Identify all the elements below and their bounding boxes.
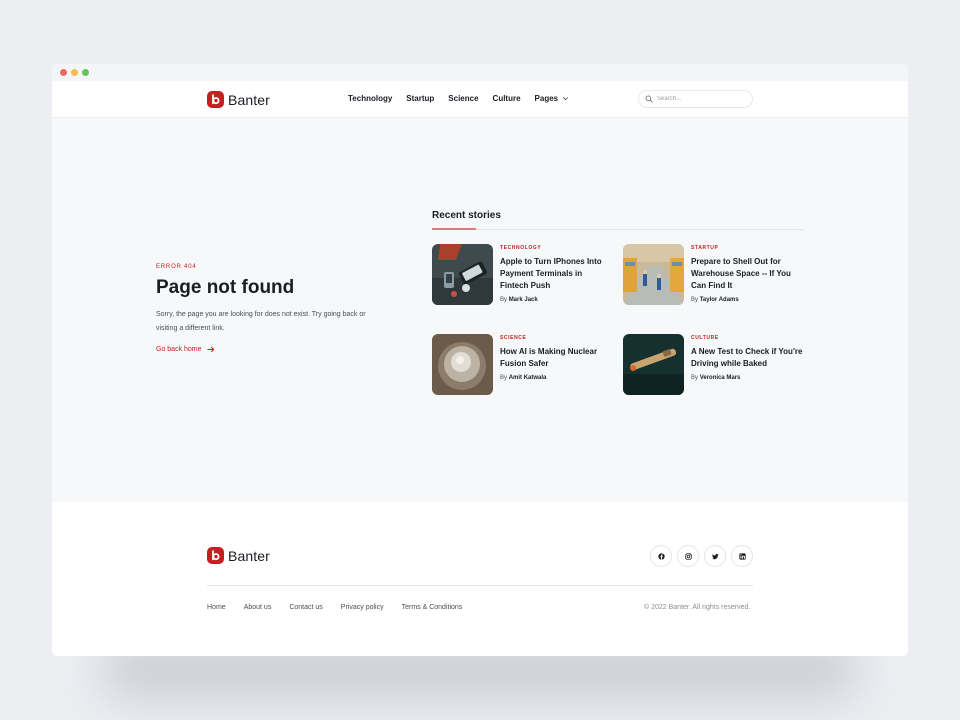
footer-nav: Home About us Contact us Privacy policy … <box>207 604 462 611</box>
site-header: Banter Technology Startup Science Cultur… <box>52 81 908 118</box>
browser-window: Banter Technology Startup Science Cultur… <box>52 64 908 656</box>
story-card[interactable]: TECHNOLOGY Apple to Turn IPhones Into Pa… <box>432 244 612 305</box>
minimize-window-dot[interactable] <box>71 69 78 76</box>
go-back-label: Go back home <box>156 346 202 353</box>
byline-prefix: By <box>691 297 699 303</box>
banter-logo-icon <box>207 547 224 564</box>
banter-logo-icon <box>207 91 224 108</box>
recent-divider-accent <box>432 228 476 230</box>
twitter-button[interactable] <box>704 545 726 567</box>
instagram-button[interactable] <box>677 545 699 567</box>
byline-prefix: By <box>691 375 699 381</box>
story-title[interactable]: How AI is Making Nuclear Fusion Safer <box>500 346 612 370</box>
story-card[interactable]: STARTUP Prepare to Shell Out for Warehou… <box>623 244 803 305</box>
nav-item-technology[interactable]: Technology <box>348 94 392 103</box>
story-card[interactable]: CULTURE A New Test to Check if You're Dr… <box>623 334 803 395</box>
nav-item-pages[interactable]: Pages <box>535 94 570 103</box>
footer-link-privacy[interactable]: Privacy policy <box>341 604 384 611</box>
story-title[interactable]: Apple to Turn IPhones Into Payment Termi… <box>500 256 612 292</box>
story-thumbnail <box>623 244 684 305</box>
story-byline: By Taylor Adams <box>691 297 803 303</box>
social-links <box>650 545 753 567</box>
close-window-dot[interactable] <box>60 69 67 76</box>
search-box[interactable] <box>638 90 753 108</box>
story-text: CULTURE A New Test to Check if You're Dr… <box>691 334 803 395</box>
facebook-button[interactable] <box>650 545 672 567</box>
recent-stories-title: Recent stories <box>432 210 501 221</box>
story-category[interactable]: STARTUP <box>691 245 803 251</box>
nav-pages-label: Pages <box>534 94 559 103</box>
story-author[interactable]: Amit Katwala <box>509 375 547 381</box>
story-category[interactable]: TECHNOLOGY <box>500 245 612 251</box>
instagram-icon <box>684 552 692 560</box>
story-author[interactable]: Mark Jack <box>509 297 538 303</box>
footer-divider <box>207 585 753 586</box>
maximize-window-dot[interactable] <box>82 69 89 76</box>
error-code: ERROR 404 <box>156 264 197 270</box>
main-nav: Technology Startup Science Culture Pages <box>348 94 569 103</box>
story-title[interactable]: A New Test to Check if You're Driving wh… <box>691 346 803 370</box>
chevron-down-icon <box>563 97 569 101</box>
story-byline: By Amit Katwala <box>500 375 612 381</box>
linkedin-icon <box>738 552 746 560</box>
story-byline: By Veronica Mars <box>691 375 803 381</box>
story-category[interactable]: CULTURE <box>691 335 803 341</box>
footer-link-contact[interactable]: Contact us <box>289 604 322 611</box>
story-category[interactable]: SCIENCE <box>500 335 612 341</box>
story-text: STARTUP Prepare to Shell Out for Warehou… <box>691 244 803 305</box>
recent-divider <box>432 229 804 230</box>
byline-prefix: By <box>500 375 508 381</box>
copyright-text: © 2022 Banter. All rights reserved. <box>644 604 751 611</box>
story-byline: By Mark Jack <box>500 297 612 303</box>
footer-link-terms[interactable]: Terms & Conditions <box>402 604 463 611</box>
brand-name: Banter <box>228 91 270 108</box>
nav-item-science[interactable]: Science <box>448 94 478 103</box>
main-content: ERROR 404 Page not found Sorry, the page… <box>52 118 908 502</box>
site-footer: Banter Home About us Contact us Privacy … <box>52 502 908 656</box>
go-back-home-link[interactable]: Go back home <box>156 346 215 353</box>
footer-logo[interactable]: Banter <box>207 547 270 564</box>
story-thumbnail <box>432 334 493 395</box>
story-thumbnail <box>623 334 684 395</box>
twitter-icon <box>711 553 719 559</box>
byline-prefix: By <box>500 297 508 303</box>
brand-name: Banter <box>228 547 270 564</box>
page-title: Page not found <box>156 277 295 298</box>
footer-link-home[interactable]: Home <box>207 604 226 611</box>
arrow-right-icon <box>207 346 214 353</box>
story-card[interactable]: SCIENCE How AI is Making Nuclear Fusion … <box>432 334 612 395</box>
search-icon <box>645 95 653 103</box>
window-titlebar <box>52 64 908 81</box>
error-description: Sorry, the page you are looking for does… <box>156 311 366 332</box>
story-title[interactable]: Prepare to Shell Out for Warehouse Space… <box>691 256 803 292</box>
footer-link-about[interactable]: About us <box>244 604 272 611</box>
story-text: SCIENCE How AI is Making Nuclear Fusion … <box>500 334 612 395</box>
nav-item-culture[interactable]: Culture <box>493 94 521 103</box>
story-author[interactable]: Veronica Mars <box>700 375 741 381</box>
linkedin-button[interactable] <box>731 545 753 567</box>
story-text: TECHNOLOGY Apple to Turn IPhones Into Pa… <box>500 244 612 305</box>
search-input[interactable] <box>657 96 747 102</box>
facebook-icon <box>657 552 665 560</box>
story-author[interactable]: Taylor Adams <box>700 297 739 303</box>
story-thumbnail <box>432 244 493 305</box>
header-logo[interactable]: Banter <box>207 91 270 108</box>
nav-item-startup[interactable]: Startup <box>406 94 434 103</box>
